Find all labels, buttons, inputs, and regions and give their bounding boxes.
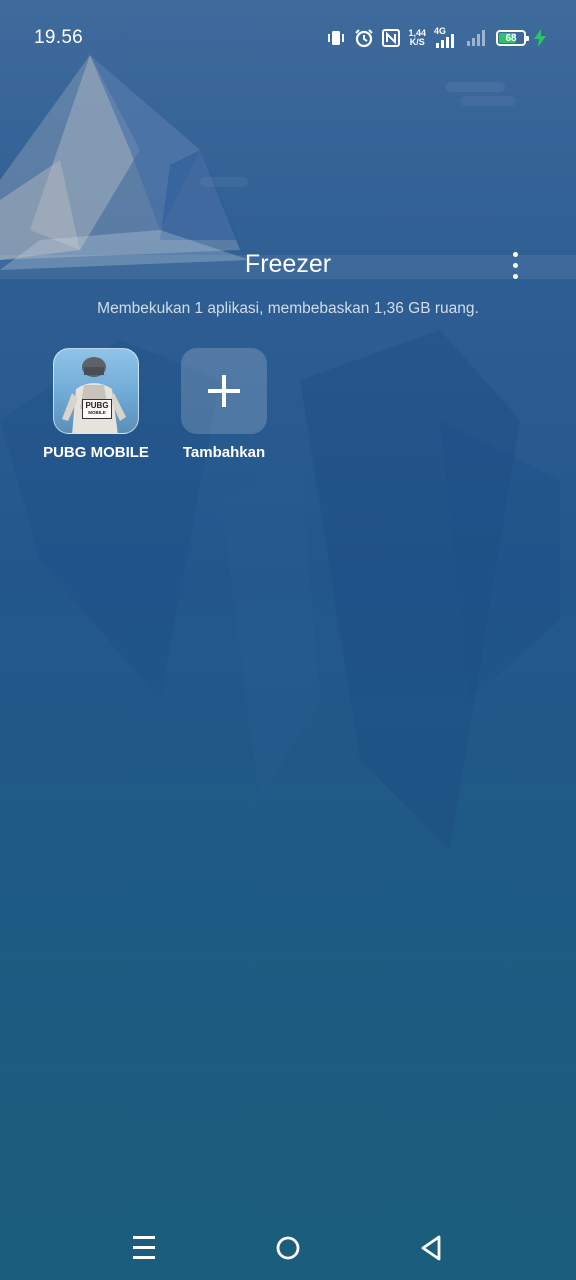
more-vert-icon <box>513 252 518 257</box>
charging-icon <box>534 29 546 47</box>
recent-apps-button[interactable] <box>124 1232 164 1264</box>
add-app-button[interactable]: Tambahkan <box>154 348 294 461</box>
network-speed: 1,44 K/S <box>408 29 426 47</box>
status-bar: 19.56 1,44 K/S 4G 68 <box>0 0 576 76</box>
home-icon <box>276 1236 300 1260</box>
battery-icon: 68 <box>496 30 529 46</box>
freeze-summary: Membekukan 1 aplikasi, membebaskan 1,36 … <box>97 300 479 317</box>
app-item-pubg-mobile[interactable]: PUBG MOBILE PUBG MOBILE <box>26 348 166 461</box>
add-app-tile <box>181 348 267 434</box>
more-options-button[interactable] <box>500 246 530 286</box>
back-button[interactable] <box>412 1232 452 1264</box>
page-title: Freezer <box>244 250 332 278</box>
signal-4g-icon: 4G <box>434 26 458 48</box>
more-vert-dot <box>513 274 518 279</box>
nfc-icon <box>382 29 401 47</box>
add-app-label: Tambahkan <box>182 444 266 461</box>
pubg-logo-text: PUBG <box>85 401 109 410</box>
battery-level: 68 <box>505 32 517 44</box>
signal-icon <box>467 30 485 46</box>
app-label: PUBG MOBILE <box>43 444 149 461</box>
pubg-logo-subtext: MOBILE <box>88 410 106 415</box>
home-button[interactable] <box>268 1232 308 1264</box>
pubg-character-art <box>62 357 126 433</box>
pubg-logo: PUBG MOBILE <box>82 399 112 419</box>
alarm-icon <box>355 29 374 48</box>
iceberg-background <box>0 55 576 850</box>
navigation-bar <box>0 1220 576 1276</box>
menu-icon <box>133 1236 155 1259</box>
back-icon <box>421 1235 441 1261</box>
status-time: 19.56 <box>34 27 84 48</box>
net-speed-unit: K/S <box>409 37 425 47</box>
plus-icon <box>208 375 240 407</box>
status-icons: 1,44 K/S 4G 68 <box>326 24 546 52</box>
more-vert-dot <box>513 263 518 268</box>
vibrate-icon <box>328 31 345 45</box>
pubg-mobile-app-icon: PUBG MOBILE <box>53 348 139 434</box>
